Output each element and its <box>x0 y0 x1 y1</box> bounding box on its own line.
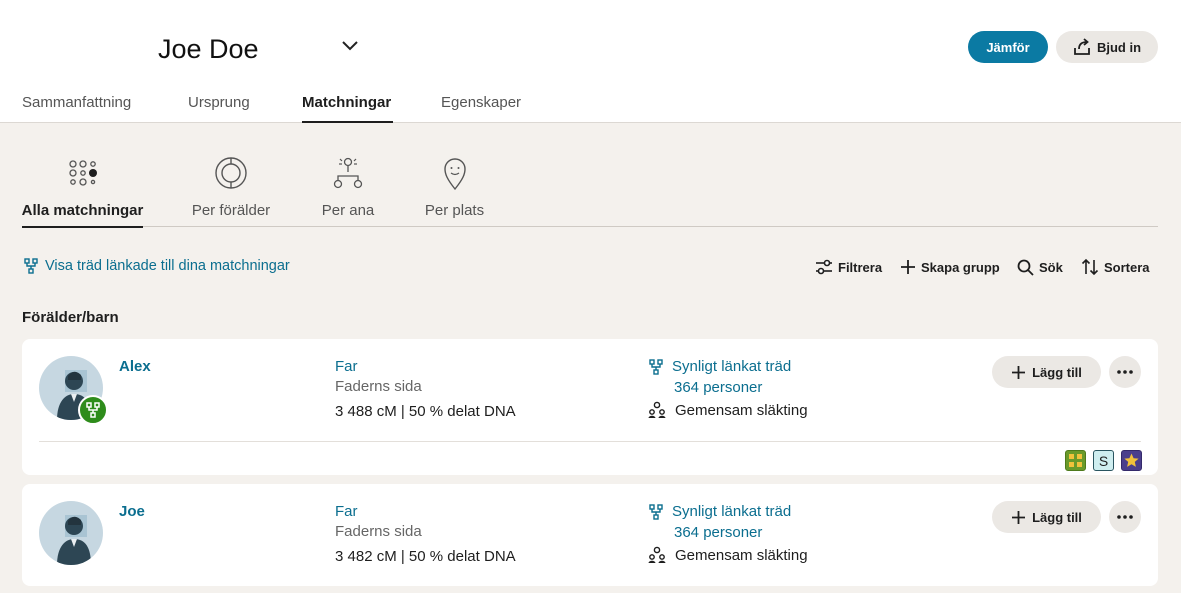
star-icon <box>1124 453 1139 467</box>
subtab-label: Per ana <box>321 202 375 219</box>
more-dots-icon <box>1117 515 1133 519</box>
subtab-label: Per förälder <box>191 202 271 219</box>
view-linked-trees-label: Visa träd länkade till dina matchningar <box>45 258 290 274</box>
plus-icon <box>901 260 915 274</box>
section-title: Förälder/barn <box>22 309 119 326</box>
avatar[interactable] <box>39 501 103 565</box>
more-dots-icon <box>1117 370 1133 374</box>
tab-traits[interactable]: Egenskaper <box>441 94 521 123</box>
search-label: Sök <box>1039 259 1063 275</box>
common-ancestor-label: Gemensam släkting <box>675 401 808 419</box>
create-group-button[interactable]: Skapa grupp <box>900 258 1000 276</box>
filter-label: Filtrera <box>838 259 883 275</box>
person-silhouette-icon <box>57 515 91 565</box>
tree-icon <box>24 258 38 274</box>
per-place-icon <box>443 158 466 191</box>
filter-button[interactable]: Filtrera <box>815 258 882 276</box>
invite-label: Bjud in <box>1096 39 1142 55</box>
tree-icon <box>86 402 100 418</box>
subtab-label: Alla matchningar <box>21 202 144 219</box>
compare-button[interactable]: Jämför <box>968 31 1048 63</box>
sort-label: Sortera <box>1104 259 1150 275</box>
share-icon <box>1074 38 1090 55</box>
linked-tree-link[interactable]: Synligt länkat träd <box>649 503 791 520</box>
shared-dna[interactable]: 3 488 cM | 50 % delat DNA <box>335 403 516 420</box>
subtab-label: Per plats <box>424 202 485 219</box>
group-tag[interactable]: S <box>1093 450 1114 471</box>
parent-side: Faderns sida <box>335 523 422 540</box>
family-group-icon <box>1069 454 1082 467</box>
linked-tree-link[interactable]: Synligt länkat träd <box>649 358 791 375</box>
match-name[interactable]: Joe <box>119 503 145 520</box>
relationship[interactable]: Far <box>335 358 358 375</box>
common-ancestor[interactable]: Gemensam släkting <box>648 401 808 419</box>
match-card: Joe Far Faderns sida 3 482 cM | 50 % del… <box>22 484 1158 586</box>
linked-tree-label: Synligt länkat träd <box>672 503 792 520</box>
tab-matches[interactable]: Matchningar <box>302 94 393 123</box>
subtab-per-ancestor[interactable]: Per ana <box>320 150 376 227</box>
group-tag-label: S <box>1098 452 1109 469</box>
parent-side: Faderns sida <box>335 378 422 395</box>
search-icon <box>1017 259 1034 276</box>
people-icon <box>648 401 666 418</box>
main-tabs: Sammanfattning Ursprung Matchningar Egen… <box>22 94 521 123</box>
shared-dna[interactable]: 3 482 cM | 50 % delat DNA <box>335 548 516 565</box>
plus-icon <box>1012 365 1026 379</box>
relationship[interactable]: Far <box>335 503 358 520</box>
sliders-icon <box>816 259 832 275</box>
starred-tag[interactable] <box>1121 450 1142 471</box>
sort-button[interactable]: Sortera <box>1081 258 1150 276</box>
people-icon <box>648 546 666 563</box>
create-group-label: Skapa grupp <box>921 259 1000 275</box>
tab-summary[interactable]: Sammanfattning <box>22 94 188 123</box>
more-options-button[interactable] <box>1109 501 1141 533</box>
common-ancestor[interactable]: Gemensam släkting <box>648 546 808 564</box>
add-to-group-button[interactable]: Lägg till <box>992 501 1101 533</box>
match-name[interactable]: Alex <box>119 358 151 375</box>
subtab-all-matches[interactable]: Alla matchningar <box>21 150 144 228</box>
match-card: Alex Far Faderns sida 3 488 cM | 50 % de… <box>22 339 1158 475</box>
add-label: Lägg till <box>1032 509 1082 525</box>
chevron-down-icon[interactable] <box>340 38 360 54</box>
subtab-per-place[interactable]: Per plats <box>423 150 486 227</box>
per-parent-icon <box>215 157 247 189</box>
linked-tree-label: Synligt länkat träd <box>672 358 792 375</box>
person-name[interactable]: Joe Doe <box>158 34 259 65</box>
group-tag[interactable] <box>1065 450 1086 471</box>
divider <box>39 441 1141 442</box>
add-label: Lägg till <box>1032 364 1082 380</box>
tab-ethnicity[interactable]: Ursprung <box>188 94 302 123</box>
match-view-tabs: Alla matchningar Per förälder Per ana Pe… <box>21 150 1158 228</box>
all-matches-icon <box>68 160 97 186</box>
tree-person-count[interactable]: 364 personer <box>674 379 762 396</box>
more-options-button[interactable] <box>1109 356 1141 388</box>
subtab-per-parent[interactable]: Per förälder <box>189 150 273 227</box>
tree-person-count[interactable]: 364 personer <box>674 524 762 541</box>
plus-icon <box>1012 510 1026 524</box>
linked-tree-badge <box>78 395 108 425</box>
sort-icon <box>1081 258 1099 276</box>
tree-icon <box>649 358 663 375</box>
tree-icon <box>649 503 663 520</box>
view-linked-trees-link[interactable]: Visa träd länkade till dina matchningar <box>24 258 290 274</box>
per-ancestor-icon <box>333 157 363 189</box>
common-ancestor-label: Gemensam släkting <box>675 546 808 564</box>
invite-button[interactable]: Bjud in <box>1056 31 1158 63</box>
search-button[interactable]: Sök <box>1017 258 1063 276</box>
top-bar: Joe Doe Jämför Bjud in Sammanfattning Ur… <box>0 0 1181 123</box>
add-to-group-button[interactable]: Lägg till <box>992 356 1101 388</box>
